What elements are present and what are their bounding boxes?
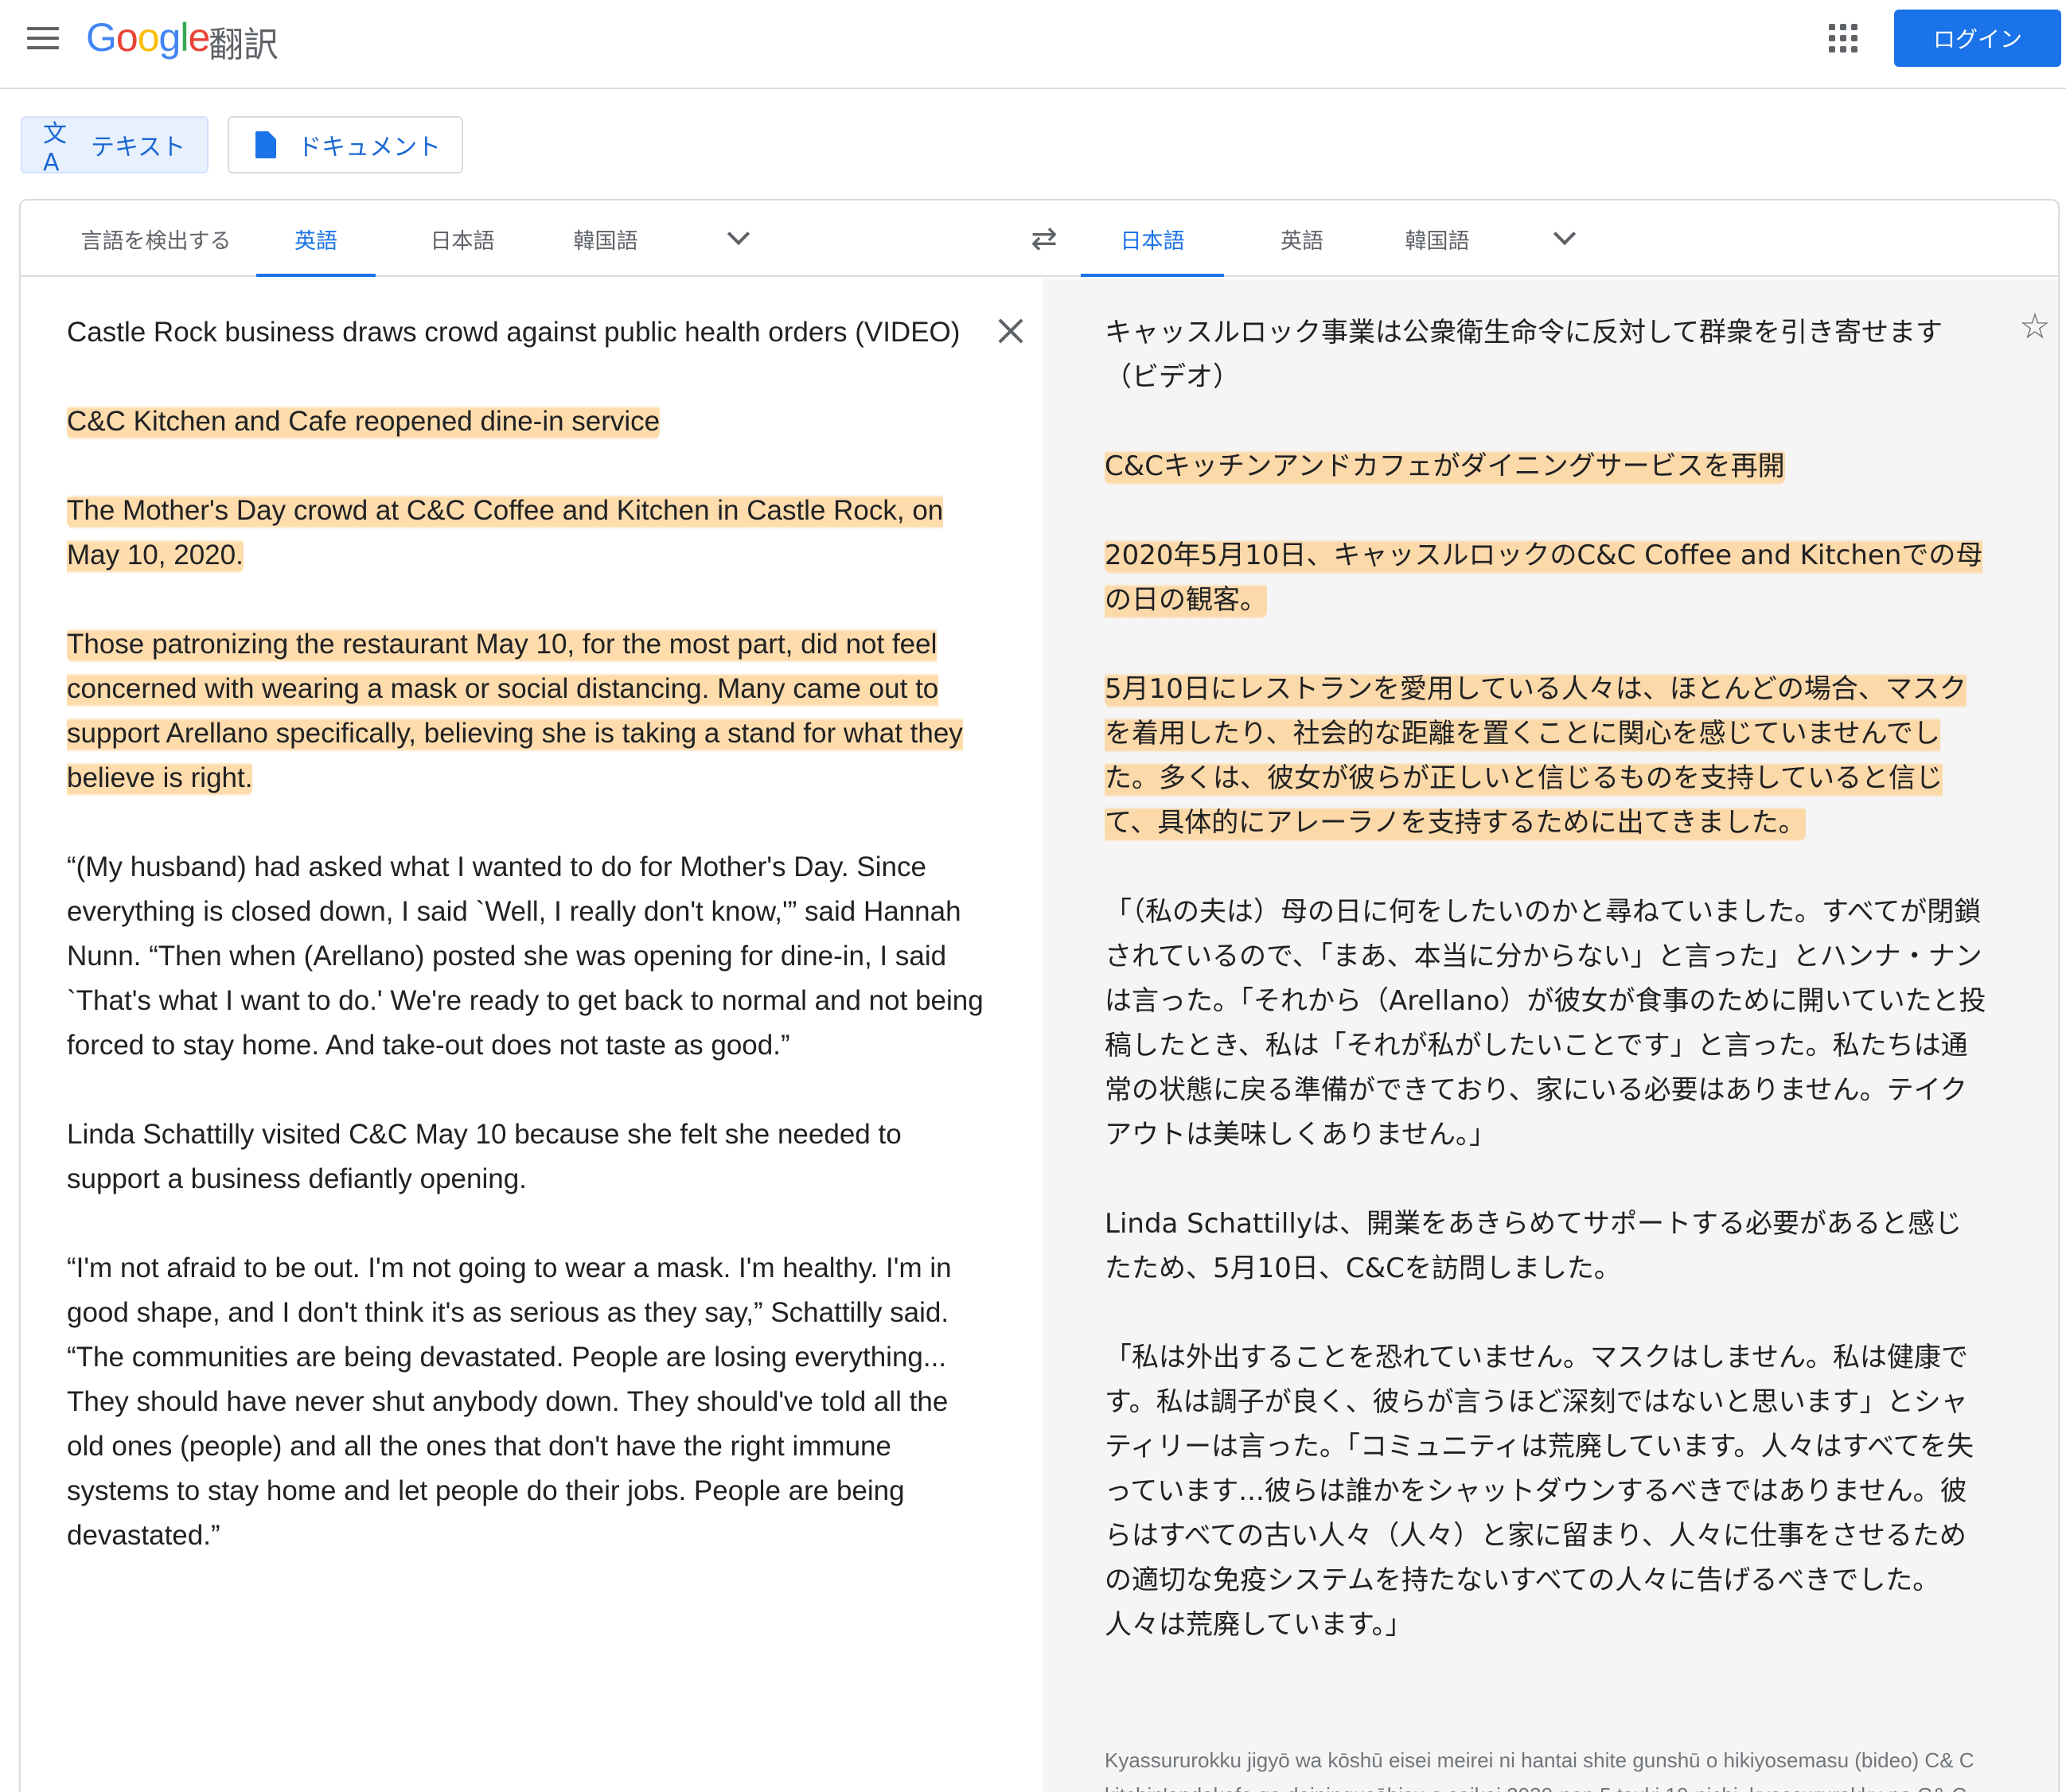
hamburger-menu-icon[interactable]	[27, 27, 59, 51]
source-paragraph-4: “(My husband) had asked what I wanted to…	[67, 851, 984, 1061]
tab-source-english[interactable]: 英語	[256, 201, 376, 277]
text-mode-label: テキスト	[91, 134, 186, 162]
tab-target-korean[interactable]: 韓国語	[1366, 201, 1509, 277]
clear-source-text-icon[interactable]	[995, 315, 1027, 347]
document-mode-button[interactable]: ドキュメント	[228, 116, 463, 173]
source-paragraph-2: The Mother's Day crowd at C&C Coffee and…	[67, 492, 944, 574]
tab-source-korean[interactable]: 韓国語	[538, 201, 673, 277]
tab-detect-language[interactable]: 言語を検出する	[53, 201, 259, 277]
translation-card: 言語を検出する 英語 日本語 韓国語 ⇄ 日本語 英語 韓国語 Castle R…	[19, 199, 2060, 1792]
google-logo[interactable]: Google	[86, 14, 210, 60]
translation-paragraph-4: 「（私の夫は）母の日に何をしたいのかと尋ねていました。すべてが閉鎖されているので…	[1105, 896, 1986, 1151]
source-paragraph-3: Those patronizing the restaurant May 10,…	[67, 625, 963, 797]
source-paragraph-5: Linda Schattilly visited C&C May 10 beca…	[67, 1119, 902, 1194]
translation-title: キャッスルロック事業は公衆衛生命令に反対して群衆を引き寄せます（ビデオ）	[1105, 317, 1943, 393]
translation-paragraph-5: Linda Schattillyは、開業をあきらめてサポートする必要があると感じ…	[1105, 1208, 1962, 1284]
document-mode-label: ドキュメント	[298, 134, 441, 162]
mode-selector: 文A テキスト ドキュメント	[0, 89, 2066, 201]
document-icon	[250, 129, 282, 161]
tab-source-japanese[interactable]: 日本語	[395, 201, 530, 277]
swap-languages-icon[interactable]: ⇄	[1025, 220, 1063, 258]
translation-output: キャッスルロック事業は公衆衛生命令に反対して群衆を引き寄せます（ビデオ） C&C…	[1105, 310, 1988, 1692]
login-button[interactable]: ログイン	[1894, 10, 2061, 67]
translation-pane: キャッスルロック事業は公衆衛生命令に反対して群衆を引き寄せます（ビデオ） C&C…	[1043, 279, 2058, 1792]
source-textarea[interactable]: Castle Rock business draws crowd against…	[67, 310, 990, 1603]
source-title: Castle Rock business draws crowd against…	[67, 317, 961, 348]
text-mode-button[interactable]: 文A テキスト	[21, 116, 209, 177]
translate-icon: 文A	[43, 119, 67, 177]
tab-target-japanese[interactable]: 日本語	[1081, 201, 1224, 277]
translation-paragraph-2: 2020年5月10日、キャッスルロックのC&C Coffee and Kitch…	[1105, 536, 1983, 619]
translation-paragraph-1: C&Cキッチンアンドカフェがダイニングサービスを再開	[1105, 447, 1785, 485]
romanization-text: Kyassururokku jigyō wa kōshū eisei meire…	[1105, 1748, 1974, 1792]
target-language-chevron-down-icon[interactable]	[1549, 223, 1581, 255]
source-paragraph-1: C&C Kitchen and Cafe reopened dine-in se…	[67, 403, 661, 440]
save-translation-star-icon[interactable]: ☆	[2015, 307, 2055, 347]
top-app-bar: Google 翻訳 ログイン	[0, 0, 2066, 89]
source-paragraph-6: “I'm not afraid to be out. I'm not going…	[67, 1252, 952, 1551]
language-bar: 言語を検出する 英語 日本語 韓国語 ⇄ 日本語 英語 韓国語	[21, 201, 2058, 277]
source-language-chevron-down-icon[interactable]	[723, 223, 754, 255]
source-pane[interactable]: Castle Rock business draws crowd against…	[21, 279, 1043, 1792]
translation-paragraph-3: 5月10日にレストランを愛用している人々は、ほとんどの場合、マスクを着用したり、…	[1105, 670, 1967, 842]
tab-target-english[interactable]: 英語	[1238, 201, 1366, 277]
product-name: 翻訳	[209, 25, 279, 65]
google-apps-icon[interactable]	[1829, 24, 1857, 53]
translation-paragraph-6: 「私は外出することを恐れていません。マスクはしません。私は健康です。私は調子が良…	[1105, 1342, 1974, 1641]
